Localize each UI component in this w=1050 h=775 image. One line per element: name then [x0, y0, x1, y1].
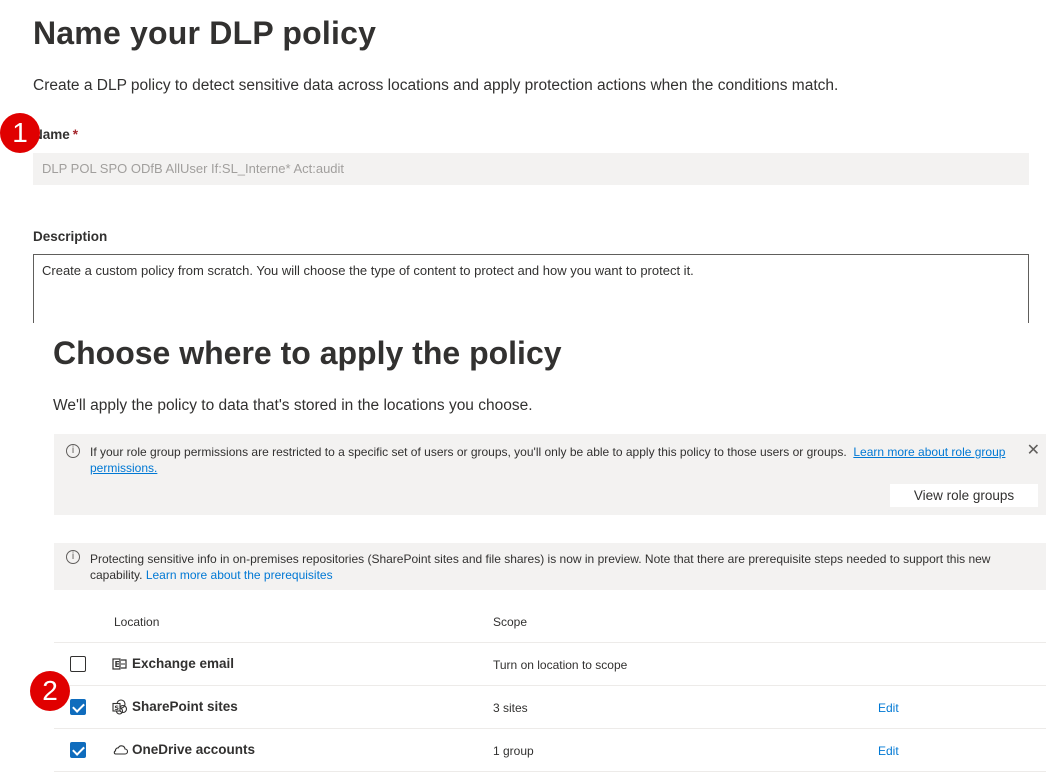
onedrive-checkbox[interactable] — [70, 742, 86, 758]
view-role-groups-button[interactable]: View role groups — [890, 484, 1038, 507]
location-name: Exchange email — [132, 656, 235, 671]
locations-panel: Choose where to apply the policy We'll a… — [0, 323, 1050, 775]
exchange-checkbox[interactable] — [70, 656, 86, 672]
locations-table: Location Scope E Exchange email Turn on … — [54, 603, 1046, 772]
location-scope: Turn on location to scope — [493, 658, 628, 672]
edit-sharepoint-link[interactable]: Edit — [878, 701, 899, 715]
table-row: S SharePoint sites 3 sites Edit — [54, 686, 1046, 729]
step-badge-1: 1 — [0, 113, 40, 153]
location-scope: 3 sites — [493, 701, 528, 715]
role-group-notice: i If your role group permissions are res… — [54, 434, 1046, 515]
table-row: E Exchange email Turn on location to sco… — [54, 643, 1046, 686]
svg-text:S: S — [114, 704, 119, 712]
table-row: OneDrive accounts 1 group Edit — [54, 729, 1046, 772]
edit-onedrive-link[interactable]: Edit — [878, 744, 899, 758]
page-title: Name your DLP policy — [33, 15, 377, 51]
name-input[interactable]: DLP POL SPO ODfB AllUser If:SL_Interne* … — [33, 153, 1029, 185]
onedrive-cloud-icon — [113, 745, 128, 755]
location-scope: 1 group — [493, 744, 534, 758]
column-header-scope[interactable]: Scope — [493, 615, 527, 629]
table-header: Location Scope — [54, 603, 1046, 643]
role-group-notice-text: If your role group permissions are restr… — [90, 444, 1020, 476]
page-intro: Create a DLP policy to detect sensitive … — [33, 77, 839, 94]
locations-intro: We'll apply the policy to data that's st… — [53, 397, 533, 414]
role-notice-body: If your role group permissions are restr… — [90, 445, 847, 459]
prerequisites-link[interactable]: Learn more about the prerequisites — [146, 568, 333, 582]
sharepoint-icon: S — [112, 699, 128, 715]
column-header-location[interactable]: Location — [114, 615, 159, 629]
close-icon[interactable]: ✕ — [1027, 442, 1040, 458]
exchange-icon: E — [112, 658, 127, 670]
locations-title: Choose where to apply the policy — [53, 335, 562, 371]
sharepoint-checkbox[interactable] — [70, 699, 86, 715]
preview-notice: i Protecting sensitive info in on-premis… — [54, 543, 1046, 590]
info-icon: i — [66, 550, 80, 564]
step-badge-2: 2 — [30, 671, 70, 711]
location-name: SharePoint sites — [132, 699, 238, 714]
description-textarea[interactable]: Create a custom policy from scratch. You… — [33, 254, 1029, 323]
name-policy-panel: Name your DLP policy Create a DLP policy… — [0, 0, 1050, 323]
description-label: Description — [33, 229, 108, 244]
preview-notice-text: Protecting sensitive info in on-premises… — [90, 551, 1020, 583]
svg-text:E: E — [115, 660, 120, 669]
info-icon: i — [66, 444, 80, 458]
required-mark: * — [72, 127, 79, 142]
location-name: OneDrive accounts — [132, 742, 256, 757]
